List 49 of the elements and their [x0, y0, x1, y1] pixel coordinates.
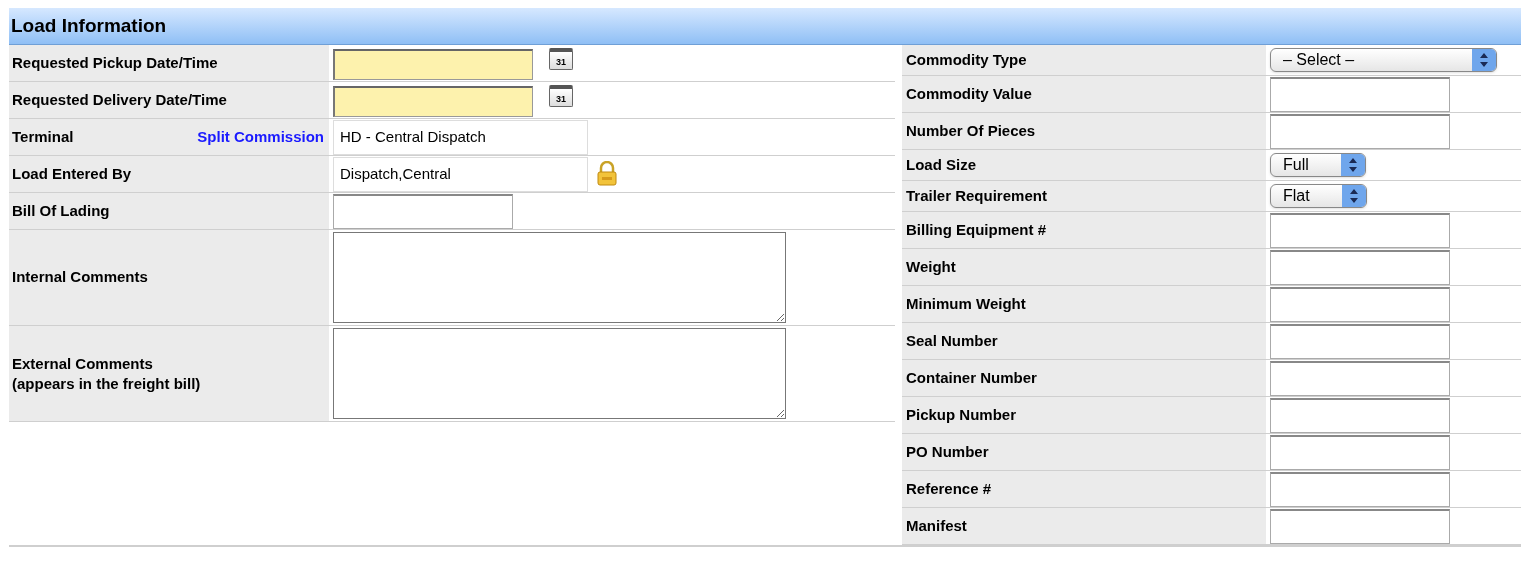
- field-label: Bill Of Lading: [12, 200, 111, 221]
- text-field[interactable]: [1270, 76, 1450, 112]
- comments-textarea[interactable]: [333, 328, 786, 419]
- text-field[interactable]: [1270, 286, 1450, 322]
- dropdown-arrows-icon: [1340, 154, 1365, 176]
- field-label: Seal Number: [906, 330, 998, 351]
- text-field[interactable]: [1270, 113, 1450, 149]
- text-field[interactable]: [1270, 249, 1450, 285]
- text-field[interactable]: [333, 193, 513, 229]
- calendar-button[interactable]: 31: [549, 48, 573, 70]
- field-label: Load Size: [906, 154, 976, 175]
- field-label: Load Entered By: [12, 163, 133, 184]
- text-field[interactable]: [1270, 397, 1450, 433]
- calendar-button[interactable]: 31: [549, 85, 573, 107]
- field-label: Manifest: [906, 515, 967, 536]
- dropdown-arrows-icon: [1472, 49, 1496, 71]
- field-label: Reference #: [906, 478, 992, 499]
- field-label: Trailer Requirement: [906, 185, 1047, 206]
- text-field[interactable]: [1270, 212, 1450, 248]
- text-field[interactable]: Dispatch,Central: [333, 156, 588, 192]
- field-label: Minimum Weight: [906, 293, 1026, 314]
- dropdown-select[interactable]: Full: [1270, 153, 1366, 177]
- field-label: Number Of Pieces: [906, 120, 1036, 141]
- field-label: Commodity Value: [906, 83, 1032, 104]
- field-label: Internal Comments: [12, 267, 149, 288]
- field-label: Terminal: [12, 126, 75, 147]
- field-label: External Comments (appears in the freight bill): [12, 353, 201, 394]
- dropdown-select[interactable]: Flat: [1270, 184, 1367, 208]
- field-label: Requested Delivery Date/Time: [12, 89, 228, 110]
- field-label: Weight: [906, 256, 956, 277]
- date-field[interactable]: [333, 49, 533, 80]
- comments-textarea[interactable]: [333, 232, 786, 323]
- text-field[interactable]: [1270, 471, 1450, 507]
- field-label: Requested Pickup Date/Time: [12, 52, 219, 73]
- split-commission-link[interactable]: Split Commission: [197, 125, 324, 149]
- text-field[interactable]: [1270, 323, 1450, 359]
- section-title: Load Information: [11, 13, 167, 38]
- field-label: Container Number: [906, 367, 1037, 388]
- field-label: PO Number: [906, 441, 989, 462]
- field-label: Commodity Type: [906, 49, 1027, 70]
- field-label: Billing Equipment #: [906, 219, 1046, 240]
- dropdown-select[interactable]: – Select –: [1270, 48, 1497, 72]
- date-field[interactable]: [333, 86, 533, 117]
- text-field[interactable]: [1270, 434, 1450, 470]
- text-field[interactable]: HD - Central Dispatch: [333, 119, 588, 155]
- dropdown-arrows-icon: [1341, 185, 1366, 207]
- text-field[interactable]: [1270, 360, 1450, 396]
- field-label: Pickup Number: [906, 404, 1017, 425]
- text-field[interactable]: [1270, 508, 1450, 544]
